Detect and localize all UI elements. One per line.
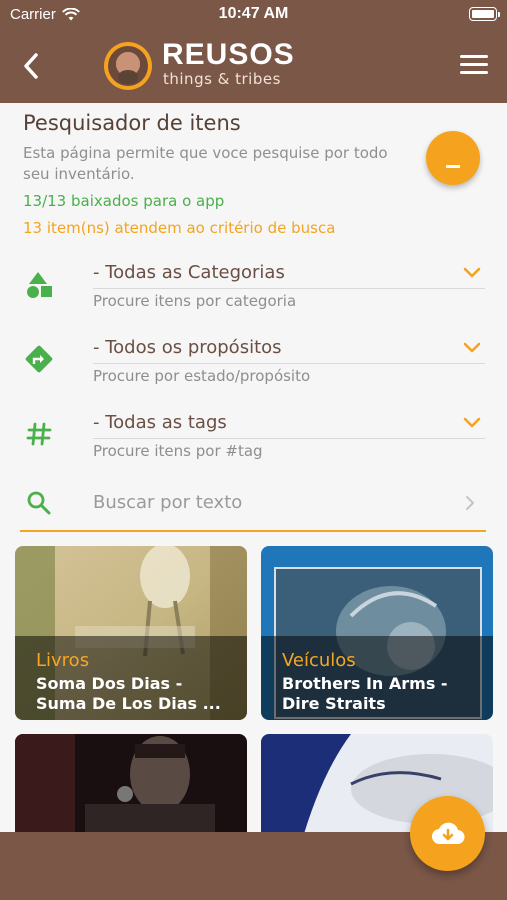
category-select[interactable]: - Todas as Categorias: [93, 262, 485, 289]
status-bar: Carrier 10:47 AM: [0, 0, 507, 30]
brand-subtitle: things & tribes: [163, 70, 281, 88]
chevron-right-icon[interactable]: [464, 494, 476, 512]
category-select-value: - Todas as Categorias: [93, 262, 285, 283]
collapse-filters-button[interactable]: [426, 131, 480, 185]
item-title-line2: Dire Straits: [282, 694, 386, 713]
purpose-select-value: - Todos os propósitos: [93, 337, 282, 358]
item-cover-image: [15, 734, 247, 844]
search-icon: [27, 491, 51, 515]
category-filter[interactable]: - Todas as Categorias Procure itens por …: [0, 259, 507, 319]
match-count: 13 item(ns) atendem ao critério de busca: [23, 219, 336, 237]
tag-hint: Procure itens por #tag: [93, 442, 263, 460]
direction-icon: [25, 345, 53, 373]
category-hint: Procure itens por categoria: [93, 292, 297, 310]
menu-line: [460, 55, 488, 58]
chevron-down-icon: [463, 342, 481, 353]
page-title: Pesquisador de itens: [23, 111, 241, 135]
shapes-icon: [27, 272, 52, 298]
search-input[interactable]: Buscar por texto: [93, 492, 242, 513]
item-card[interactable]: Livros Soma Dos Dias - Suma De Los Dias …: [15, 546, 247, 720]
purpose-hint: Procure por estado/propósito: [93, 367, 311, 385]
chevron-down-icon: [463, 267, 481, 278]
chevron-down-icon: [463, 417, 481, 428]
menu-line: [460, 71, 488, 74]
tag-filter[interactable]: - Todas as tags Procure itens por #tag: [0, 409, 507, 469]
back-button[interactable]: [16, 48, 46, 84]
hamburger-menu-button[interactable]: [460, 55, 488, 77]
brand-title: REUSOS: [162, 38, 295, 71]
battery-icon: [469, 7, 500, 21]
menu-line: [460, 63, 488, 66]
cloud-download-icon: [431, 822, 465, 844]
minimize-icon: [446, 164, 460, 168]
item-category: Livros: [36, 650, 90, 671]
status-time: 10:47 AM: [218, 5, 289, 22]
item-title-line1: Brothers In Arms -: [282, 674, 448, 693]
item-card[interactable]: [15, 734, 247, 844]
app-header: Carrier 10:47 AM REUSOS things & tribes: [0, 0, 507, 103]
profile-avatar[interactable]: [104, 42, 152, 90]
item-title-line1: Soma Dos Dias -: [36, 674, 183, 693]
hashtag-icon: [26, 422, 52, 446]
download-status: 13/13 baixados para o app: [23, 192, 225, 210]
avatar-photo: [108, 46, 148, 86]
item-card[interactable]: Veículos Brothers In Arms - Dire Straits: [261, 546, 493, 720]
purpose-filter[interactable]: - Todos os propósitos Procure por estado…: [0, 334, 507, 394]
item-category: Veículos: [282, 650, 356, 671]
tag-select[interactable]: - Todas as tags: [93, 412, 485, 439]
page-description: Esta página permite que voce pesquise po…: [23, 144, 388, 183]
purpose-select[interactable]: - Todos os propósitos: [93, 337, 485, 364]
text-search-field[interactable]: Buscar por texto: [20, 480, 486, 532]
chevron-left-icon: [24, 53, 38, 79]
download-button[interactable]: [410, 796, 485, 871]
tag-select-value: - Todas as tags: [93, 412, 227, 433]
item-title-line2: Suma De Los Dias ...: [36, 694, 221, 713]
